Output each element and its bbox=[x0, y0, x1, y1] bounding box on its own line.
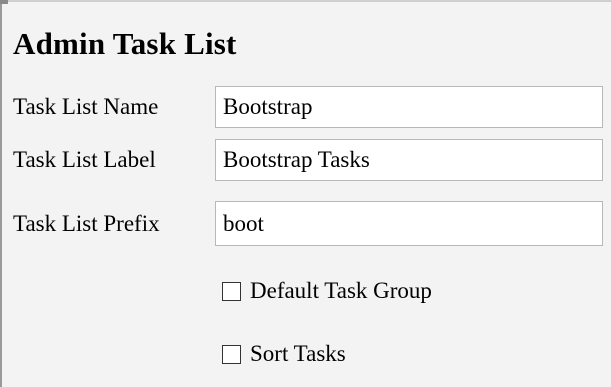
task-list-prefix-label: Task List Prefix bbox=[13, 211, 160, 236]
sort-tasks-label[interactable]: Sort Tasks bbox=[250, 339, 346, 369]
sort-tasks-option[interactable]: Sort Tasks bbox=[222, 339, 346, 369]
page-title: Admin Task List bbox=[13, 26, 237, 61]
default-task-group-label[interactable]: Default Task Group bbox=[250, 276, 432, 306]
task-list-prefix-row: Task List Prefix bbox=[13, 201, 603, 246]
task-list-name-input[interactable] bbox=[215, 86, 603, 128]
task-list-label-row: Task List Label bbox=[13, 139, 603, 181]
task-list-name-label: Task List Name bbox=[13, 94, 159, 119]
task-list-prefix-input[interactable] bbox=[215, 201, 603, 246]
sort-tasks-checkbox[interactable] bbox=[222, 344, 241, 364]
left-border bbox=[0, 0, 2, 387]
task-list-label-input[interactable] bbox=[215, 139, 603, 181]
corner-mark bbox=[0, 0, 8, 4]
task-list-name-row: Task List Name bbox=[13, 86, 603, 128]
task-list-label-label: Task List Label bbox=[13, 147, 156, 172]
top-border bbox=[0, 0, 611, 2]
default-task-group-option[interactable]: Default Task Group bbox=[222, 276, 432, 306]
default-task-group-checkbox[interactable] bbox=[222, 281, 241, 301]
